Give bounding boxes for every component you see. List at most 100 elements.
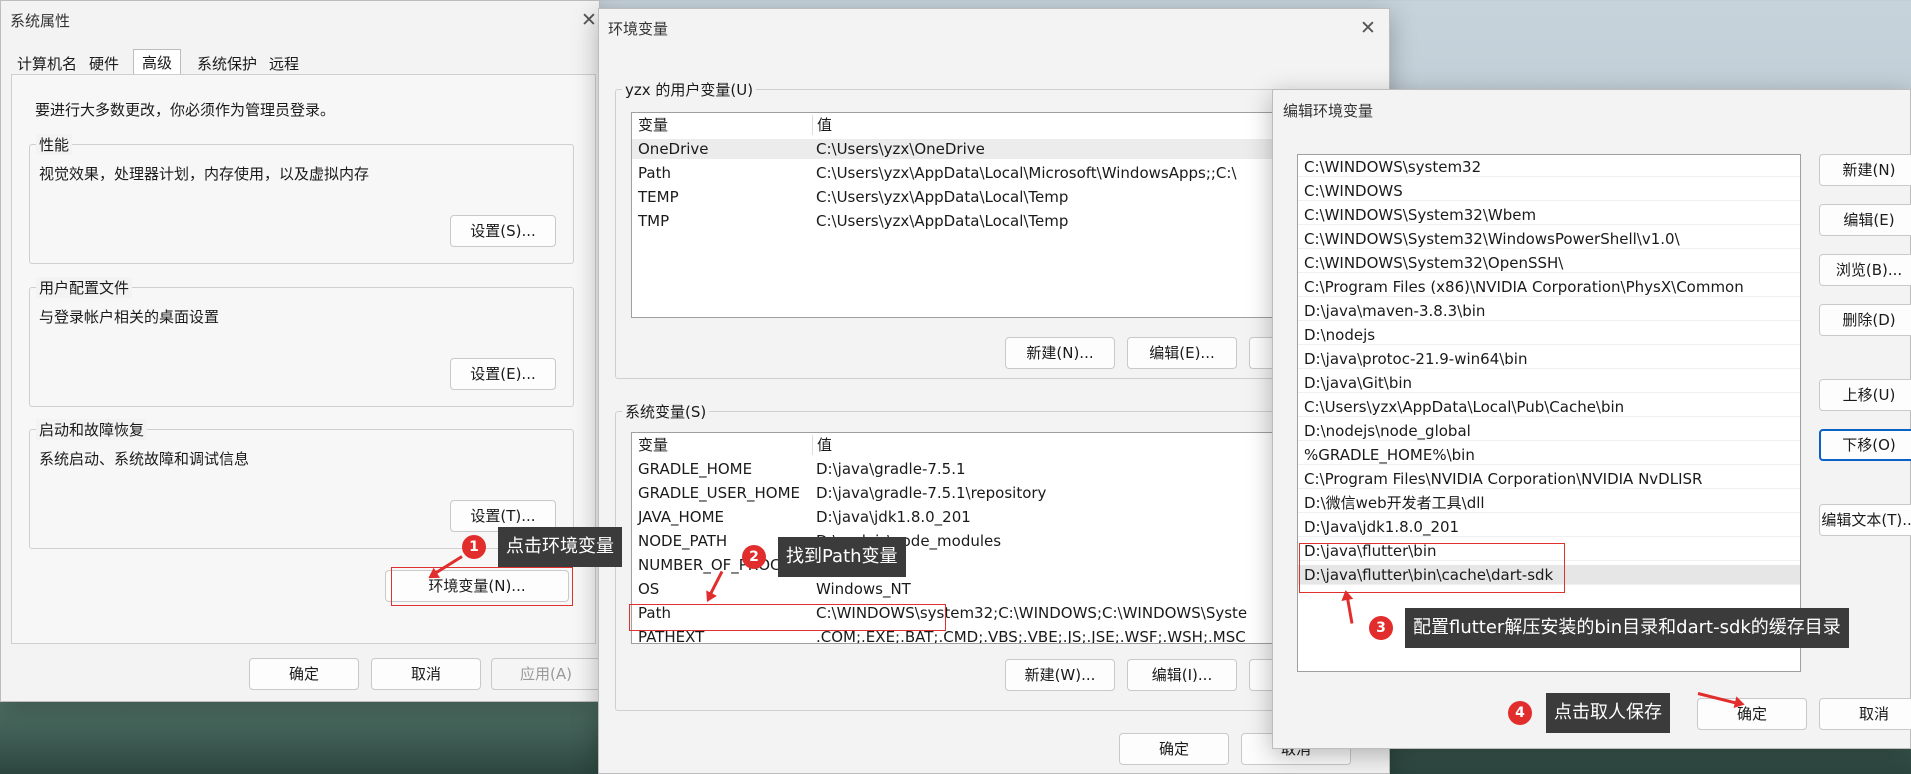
list-item[interactable]: C:\WINDOWS\System32\OpenSSH\ <box>1298 253 1800 273</box>
group-title: 用户配置文件 <box>36 277 133 298</box>
table-row[interactable]: GRADLE_HOME D:\java\gradle-7.5.1 <box>632 459 1370 479</box>
var-value: C:\Users\yzx\AppData\Local\Temp <box>816 188 1069 206</box>
var-value: C:\Users\yzx\OneDrive <box>816 140 985 158</box>
step-badge-1: 1 <box>462 535 486 559</box>
new-button[interactable]: 新建(N) <box>1819 154 1911 186</box>
list-item[interactable]: D:\nodejs\node_global <box>1298 421 1800 441</box>
callout-step-1: 点击环境变量 <box>498 527 622 567</box>
list-item[interactable]: D:\java\flutter\bin <box>1298 541 1800 561</box>
col-variable[interactable]: 变量 <box>638 115 668 135</box>
list-item[interactable]: D:\java\flutter\bin\cache\dart-sdk <box>1298 565 1800 585</box>
user-edit-button[interactable]: 编辑(E)... <box>1127 337 1237 369</box>
path-entries-list[interactable]: C:\WINDOWS\system32 C:\WINDOWS C:\WINDOW… <box>1297 154 1801 672</box>
step-badge-2: 2 <box>742 545 766 569</box>
list-item[interactable]: D:\微信web开发者工具\dll <box>1298 493 1800 513</box>
col-value[interactable]: 值 <box>812 435 832 455</box>
list-item[interactable]: C:\Program Files\NVIDIA Corporation\NVID… <box>1298 469 1800 489</box>
group-desc: 系统启动、系统故障和调试信息 <box>39 450 250 468</box>
col-variable[interactable]: 变量 <box>638 435 668 455</box>
group-desc: 视觉效果，处理器计划，内存使用，以及虚拟内存 <box>39 165 370 183</box>
close-icon[interactable]: ✕ <box>1355 15 1381 41</box>
var-value: .COM;.EXE;.BAT;.CMD;.VBS;.VBE;.JS;.JSE;.… <box>816 628 1246 644</box>
cancel-button[interactable]: 取消 <box>371 658 481 690</box>
edit-environment-variable-window: 编辑环境变量 C:\WINDOWS\system32 C:\WINDOWS C:… <box>1272 89 1911 749</box>
profile-settings-button[interactable]: 设置(E)... <box>450 358 556 390</box>
list-item[interactable]: D:\java\Git\bin <box>1298 373 1800 393</box>
window-title: 环境变量 <box>608 20 669 38</box>
tab-remote[interactable]: 远程 <box>269 53 299 74</box>
admin-note: 要进行大多数更改，你必须作为管理员登录。 <box>35 101 336 119</box>
list-header: 变量 值 <box>632 115 1370 135</box>
group-title: 系统变量(S) <box>622 401 710 422</box>
table-row[interactable]: GRADLE_USER_HOME D:\java\gradle-7.5.1\re… <box>632 483 1370 503</box>
user-variables-list[interactable]: 变量 值 OneDrive C:\Users\yzx\OneDrive Path… <box>631 112 1371 318</box>
var-value: D:\java\gradle-7.5.1\repository <box>816 484 1047 502</box>
col-value[interactable]: 值 <box>812 115 832 135</box>
edit-text-button[interactable]: 编辑文本(T)... <box>1819 504 1911 536</box>
list-item[interactable]: D:\java\protoc-21.9-win64\bin <box>1298 349 1800 369</box>
edit-button[interactable]: 编辑(E) <box>1819 204 1911 236</box>
cancel-button[interactable]: 取消 <box>1819 698 1911 730</box>
system-variables-list[interactable]: 变量 值 GRADLE_HOME D:\java\gradle-7.5.1 GR… <box>631 432 1371 644</box>
table-row[interactable]: OneDrive C:\Users\yzx\OneDrive <box>632 139 1370 159</box>
var-name: GRADLE_USER_HOME <box>638 484 800 502</box>
table-row[interactable]: Path C:\Users\yzx\AppData\Local\Microsof… <box>632 163 1370 183</box>
ok-button[interactable]: 确定 <box>1697 698 1807 730</box>
environment-variables-button[interactable]: 环境变量(N)... <box>385 570 569 602</box>
list-item[interactable]: C:\WINDOWS <box>1298 181 1800 201</box>
list-item[interactable]: D:\Java\jdk1.8.0_201 <box>1298 517 1800 537</box>
startup-recovery-group: 启动和故障恢复 系统启动、系统故障和调试信息 设置(T)... <box>29 419 574 549</box>
list-item[interactable]: C:\WINDOWS\system32 <box>1298 157 1800 177</box>
tab-advanced[interactable]: 高级 <box>133 49 182 75</box>
list-item[interactable]: C:\WINDOWS\System32\Wbem <box>1298 205 1800 225</box>
system-new-button[interactable]: 新建(W)... <box>1005 659 1115 691</box>
tab-system-protection[interactable]: 系统保护 <box>197 53 257 74</box>
titlebar: 编辑环境变量 <box>1273 90 1910 128</box>
list-item[interactable]: D:\nodejs <box>1298 325 1800 345</box>
callout-step-4: 点击取人保存 <box>1546 693 1670 733</box>
var-value: D:\java\jdk1.8.0_201 <box>816 508 971 526</box>
var-name: NODE_PATH <box>638 532 728 550</box>
titlebar: 系统属性 ✕ <box>1 1 599 39</box>
table-row[interactable]: PATHEXT .COM;.EXE;.BAT;.CMD;.VBS;.VBE;.J… <box>632 627 1370 644</box>
window-title: 编辑环境变量 <box>1283 102 1374 120</box>
tab-computer-name[interactable]: 计算机名 <box>17 53 77 74</box>
ok-button[interactable]: 确定 <box>1119 733 1229 765</box>
var-value: C:\WINDOWS\system32;C:\WINDOWS;C:\WINDOW… <box>816 604 1248 622</box>
list-item[interactable]: C:\Users\yzx\AppData\Local\Pub\Cache\bin <box>1298 397 1800 417</box>
move-up-button[interactable]: 上移(U) <box>1819 379 1911 411</box>
user-new-button[interactable]: 新建(N)... <box>1005 337 1115 369</box>
list-item[interactable]: C:\WINDOWS\System32\WindowsPowerShell\v1… <box>1298 229 1800 249</box>
table-row[interactable]: Path C:\WINDOWS\system32;C:\WINDOWS;C:\W… <box>632 603 1370 623</box>
var-name: GRADLE_HOME <box>638 460 753 478</box>
apply-button[interactable]: 应用(A) <box>491 658 601 690</box>
performance-settings-button[interactable]: 设置(S)... <box>450 215 556 247</box>
var-name: Path <box>638 164 671 182</box>
var-name: TMP <box>638 212 670 230</box>
move-down-button[interactable]: 下移(O) <box>1819 429 1911 461</box>
system-properties-window: 系统属性 ✕ 计算机名 硬件 高级 系统保护 远程 要进行大多数更改，你必须作为… <box>0 0 601 702</box>
var-name: PATHEXT <box>638 628 705 644</box>
group-desc: 与登录帐户相关的桌面设置 <box>39 308 220 326</box>
callout-step-2: 找到Path变量 <box>778 537 906 577</box>
list-item[interactable]: D:\java\maven-3.8.3\bin <box>1298 301 1800 321</box>
step-badge-3: 3 <box>1369 616 1393 640</box>
step-badge-4: 4 <box>1508 701 1532 725</box>
tab-hardware[interactable]: 硬件 <box>89 53 119 74</box>
list-header: 变量 值 <box>632 435 1370 455</box>
table-row[interactable]: NODE_PATH D:\nodejs\node_modules <box>632 531 1370 551</box>
browse-button[interactable]: 浏览(B)... <box>1819 254 1911 286</box>
list-item[interactable]: %GRADLE_HOME%\bin <box>1298 445 1800 465</box>
system-edit-button[interactable]: 编辑(I)... <box>1127 659 1237 691</box>
group-title: 启动和故障恢复 <box>36 419 148 440</box>
delete-button[interactable]: 删除(D) <box>1819 304 1911 336</box>
titlebar: 环境变量 ✕ <box>599 9 1389 47</box>
list-item[interactable]: C:\Program Files (x86)\NVIDIA Corporatio… <box>1298 277 1800 297</box>
group-title: 性能 <box>36 134 73 155</box>
table-row[interactable]: OS Windows_NT <box>632 579 1370 599</box>
performance-group: 性能 视觉效果，处理器计划，内存使用，以及虚拟内存 设置(S)... <box>29 134 574 264</box>
table-row[interactable]: JAVA_HOME D:\java\jdk1.8.0_201 <box>632 507 1370 527</box>
table-row[interactable]: TEMP C:\Users\yzx\AppData\Local\Temp <box>632 187 1370 207</box>
table-row[interactable]: TMP C:\Users\yzx\AppData\Local\Temp <box>632 211 1370 231</box>
ok-button[interactable]: 确定 <box>249 658 359 690</box>
